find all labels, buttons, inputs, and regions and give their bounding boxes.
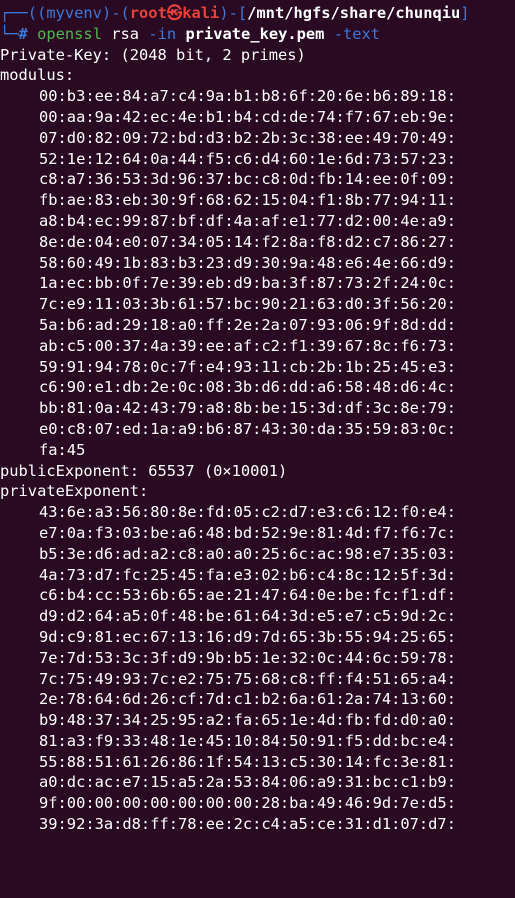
modulus-line: 7c:e9:11:03:3b:61:57:bc:90:21:63:d0:3f:5… (39, 295, 456, 314)
private-exponent-line: e7:0a:f3:03:be:a6:48:bd:52:9e:81:4d:f7:f… (39, 523, 456, 542)
modulus-line: 00:b3:ee:84:a7:c4:9a:b1:b8:6f:20:6e:b6:8… (39, 87, 456, 106)
prompt-line: ┌──((myvenv)-(root㉿kali)-[/mnt/hgfs/shar… (0, 3, 515, 24)
prompt-frame-path-close: ] (460, 4, 470, 22)
private-exponent-line: 4a:73:d7:fc:25:45:fa:e3:02:b6:c4:8c:12:5… (39, 565, 456, 584)
modulus-line: a8:b4:ec:99:87:bf:df:4a:af:e1:77:d2:00:4… (39, 211, 456, 230)
modulus-line: c8:a7:36:53:3d:96:37:bc:c8:0d:fb:14:ee:0… (39, 170, 456, 189)
modulus-line: 58:60:49:1b:83:b3:23:d9:30:9a:48:e6:4e:6… (39, 253, 456, 272)
private-exponent-line: b9:48:37:34:25:95:a2:fa:65:1e:4d:fb:fd:d… (39, 711, 456, 730)
kali-skull-icon: ㉿ (166, 4, 183, 22)
private-exponent-line: 43:6e:a3:56:80:8e:fd:05:c2:d7:e3:c6:12:f… (39, 503, 456, 522)
modulus-line: 52:1e:12:64:0a:44:f5:c6:d4:60:1e:6d:73:5… (39, 149, 456, 168)
modulus-line: 1a:ec:bb:0f:7e:39:eb:d9:ba:3f:87:73:2f:2… (39, 274, 456, 293)
private-exponent-line: 9d:c9:81:ec:67:13:16:d9:7d:65:3b:55:94:2… (39, 627, 456, 646)
modulus-label: modulus: (0, 66, 75, 85)
terminal-window[interactable]: ┌──((myvenv)-(root㉿kali)-[/mnt/hgfs/shar… (0, 0, 515, 898)
prompt-frame-mid: -( (111, 4, 130, 22)
private-exponent-block: 43:6e:a3:56:80:8e:fd:05:c2:d7:e3:c6:12:f… (0, 502, 515, 835)
private-exponent-line: a0:dc:ac:e7:15:a5:2a:53:84:06:a9:31:bc:c… (39, 773, 456, 792)
modulus-line: 59:91:94:78:0c:7f:e4:93:11:cb:2b:1b:25:4… (39, 357, 456, 376)
private-exponent-line: 7c:75:49:93:7c:e2:75:75:68:c8:ff:f4:51:6… (39, 669, 456, 688)
prompt-frame-open: ┌──( (0, 4, 38, 22)
command-subcommand: rsa (111, 24, 140, 43)
private-exponent-line: 55:88:51:61:26:86:1f:54:13:c5:30:14:fc:3… (39, 752, 456, 771)
public-exponent: publicExponent: 65537 (0×10001) (0, 461, 288, 480)
private-exponent-line: c6:b4:cc:53:6b:65:ae:21:47:64:0e:be:fc:f… (39, 586, 456, 605)
command-file: private_key.pem (185, 24, 325, 43)
command-line[interactable]: └─# openssl rsa -in private_key.pem -tex… (0, 24, 515, 45)
modulus-line: bb:81:0a:42:43:79:a8:8b:be:15:3d:df:3c:8… (39, 399, 456, 418)
private-exponent-line: 39:92:3a:d8:ff:78:ee:2c:c4:a5:ce:31:d1:0… (39, 815, 456, 834)
private-exponent-line: b5:3e:d6:ad:a2:c8:a0:a0:25:6c:ac:98:e7:3… (39, 544, 456, 563)
prompt-frame-cmd: └─ (0, 24, 19, 43)
modulus-line: fb:ae:83:eb:30:9f:68:62:15:04:f1:8b:77:9… (39, 191, 456, 210)
private-exponent-line: 2e:78:64:6d:26:cf:7d:c1:b2:6a:61:2a:74:1… (39, 690, 456, 709)
modulus-line: 5a:b6:ad:29:18:a0:ff:2e:2a:07:93:06:9f:8… (39, 315, 456, 334)
command-flag-text: -text (333, 24, 381, 43)
private-exponent-line: 81:a3:f9:33:48:1e:45:10:84:50:91:f5:dd:b… (39, 731, 456, 750)
modulus-line: fa:45 (39, 440, 86, 459)
output-header: Private-Key: (2048 bit, 2 primes) (0, 45, 306, 64)
modulus-block: 00:b3:ee:84:a7:c4:9a:b1:b8:6f:20:6e:b6:8… (0, 86, 515, 460)
private-exponent-label: privateExponent: (0, 482, 149, 501)
prompt-path: /mnt/hgfs/share/chunqiu (247, 4, 461, 22)
command-program: openssl (37, 24, 102, 43)
venv-label: (myvenv) (37, 4, 112, 22)
modulus-line: 00:aa:9a:42:ec:4e:b1:b4:cd:de:74:f7:67:e… (39, 107, 456, 126)
prompt-symbol: # (18, 24, 28, 43)
prompt-frame-path-open: )-[ (219, 4, 248, 22)
private-exponent-line: d9:d2:64:a5:0f:48:be:61:64:3d:e5:e7:c5:9… (39, 607, 456, 626)
modulus-line: 07:d0:82:09:72:bd:d3:b2:2b:3c:38:ee:49:7… (39, 128, 456, 147)
modulus-line: 8e:de:04:e0:07:34:05:14:f2:8a:f8:d2:c7:8… (39, 232, 456, 251)
command-flag-in: -in (148, 24, 177, 43)
private-exponent-line: 9f:00:00:00:00:00:00:00:28:ba:49:46:9d:7… (39, 794, 456, 813)
private-exponent-line: 7e:7d:53:3c:3f:d9:9b:b5:1e:32:0c:44:6c:5… (39, 648, 456, 667)
modulus-line: ab:c5:00:37:4a:39:ee:af:c2:f1:39:67:8c:f… (39, 336, 456, 355)
prompt-user: root (129, 4, 167, 22)
modulus-line: e0:c8:07:ed:1a:a9:b6:87:43:30:da:35:59:8… (39, 419, 456, 438)
prompt-host: kali (182, 4, 220, 22)
modulus-line: c6:90:e1:db:2e:0c:08:3b:d6:dd:a6:58:48:d… (39, 378, 456, 397)
